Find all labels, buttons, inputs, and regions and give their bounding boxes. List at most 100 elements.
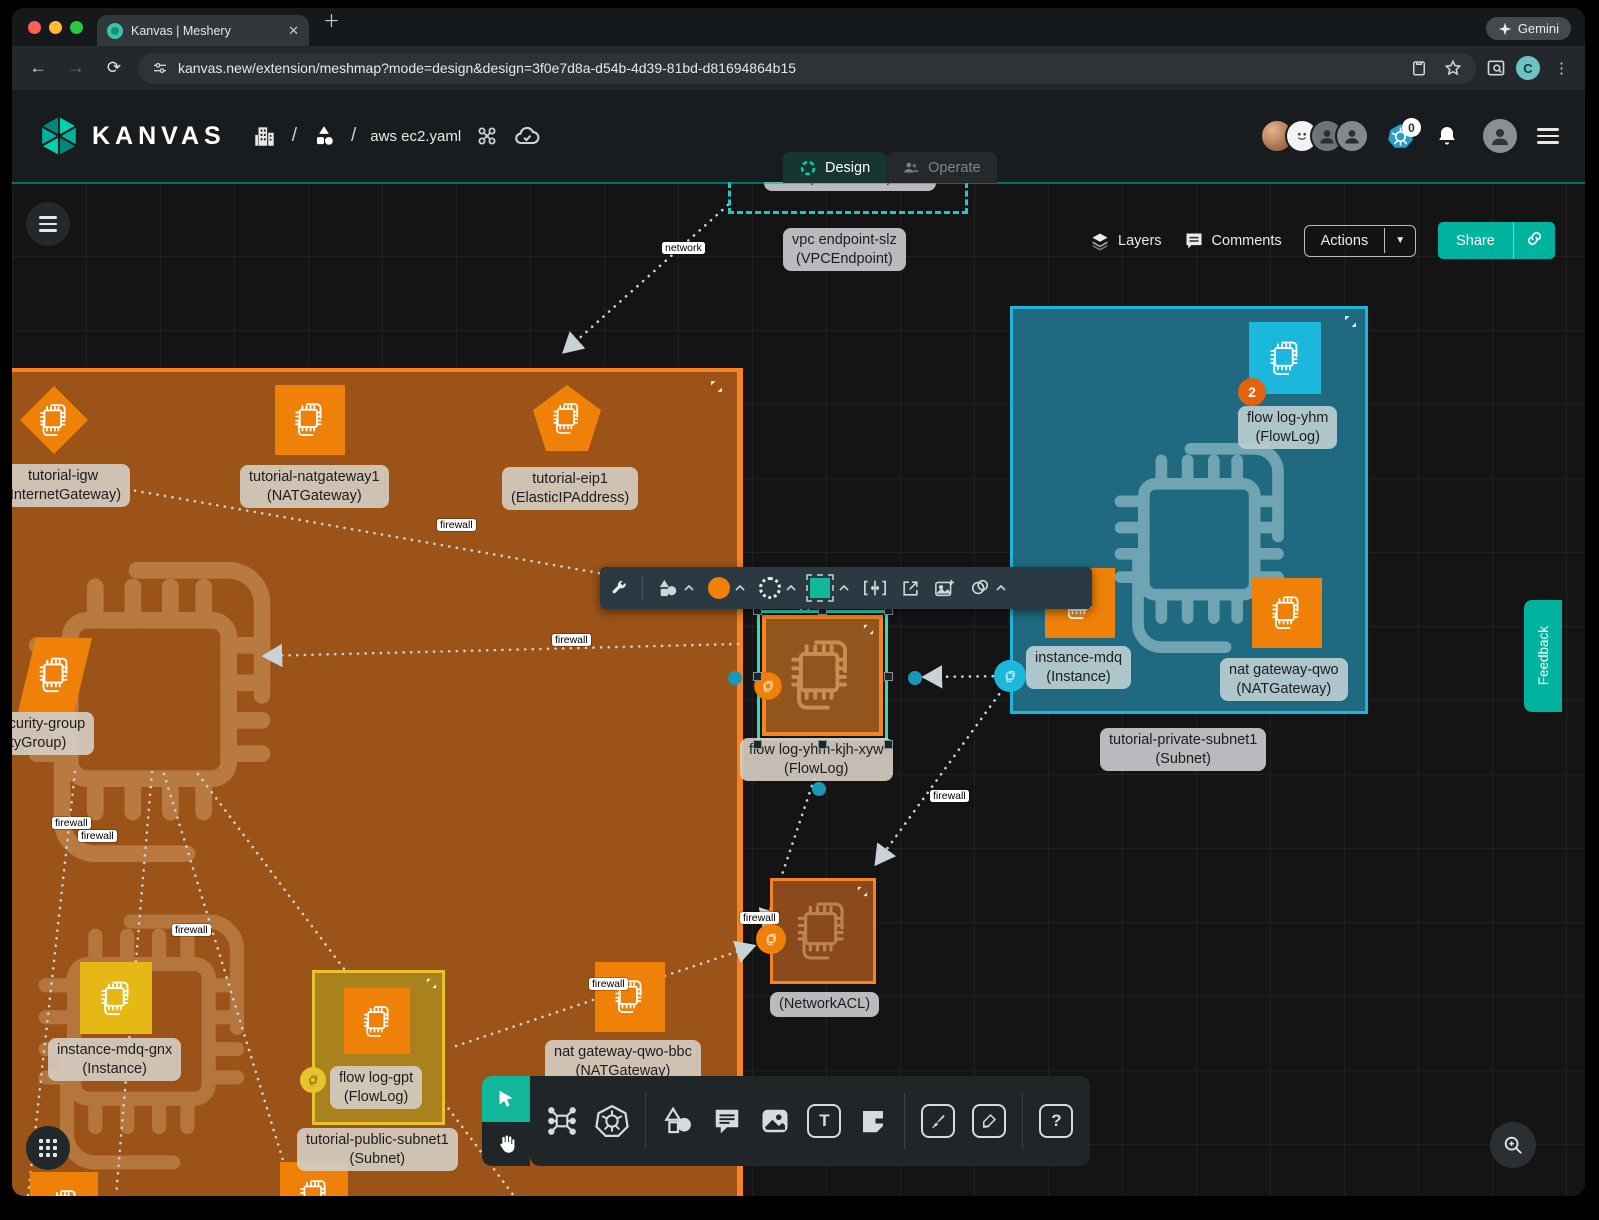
node-nat-gateway-qwo-bbc[interactable] [595, 962, 665, 1032]
design-canvas[interactable]: network firewall firewall firewall firew… [12, 182, 1585, 1196]
node-network-acl[interactable] [770, 878, 876, 984]
browser-menu-icon[interactable]: ⋮ [1554, 59, 1569, 77]
node-partial[interactable] [30, 1172, 98, 1196]
components-tool[interactable] [546, 1105, 578, 1137]
collapse-icon[interactable] [426, 978, 437, 989]
back-button[interactable]: ← [24, 58, 52, 78]
selection-handle[interactable] [884, 740, 893, 749]
tab-close-icon[interactable]: ✕ [288, 23, 299, 39]
side-panel-search-icon[interactable] [1486, 58, 1506, 78]
node-label-instance-mdq-gnx[interactable]: instance-mdq-gnx (Instance) [48, 1038, 181, 1081]
node-instance-mdq-gnx[interactable] [80, 962, 152, 1034]
gemini-button[interactable]: Gemini [1486, 17, 1571, 40]
share-button[interactable]: Share [1438, 222, 1555, 259]
node-flow-log-gpt[interactable] [344, 988, 410, 1054]
node-nat-gateway-qwo[interactable] [1252, 578, 1322, 648]
forward-button[interactable]: → [62, 58, 90, 78]
border-style-tool[interactable] [759, 577, 796, 599]
workspace-shapes-icon[interactable] [311, 123, 337, 149]
node-label-security-group[interactable]: tutorial-security-group (SecurityGroup) [12, 712, 94, 755]
node-count-badge[interactable]: 2 [1238, 378, 1266, 406]
kubernetes-tool[interactable] [595, 1104, 629, 1138]
add-image-icon[interactable] [934, 579, 955, 598]
node-flowlog-selected[interactable] [762, 615, 883, 736]
group-tool[interactable] [969, 578, 1006, 598]
shapes-tool[interactable] [657, 578, 694, 598]
pan-tool-button[interactable] [482, 1122, 530, 1166]
user-avatar[interactable] [1481, 117, 1519, 155]
actions-button[interactable]: Actions ▼ [1304, 225, 1416, 257]
edge-handle-dot[interactable] [812, 782, 826, 796]
fill-style-tool[interactable] [810, 578, 849, 598]
pencil-tool[interactable] [972, 1104, 1006, 1138]
new-tab-button[interactable]: ＋ [323, 8, 340, 32]
node-badge-icon[interactable] [300, 1067, 326, 1093]
note-tool[interactable] [858, 1106, 888, 1136]
tab-operate[interactable]: Operate [886, 152, 996, 183]
rename-tool[interactable] [863, 579, 887, 597]
node-label-flow-log-gpt[interactable]: flow log-gpt (FlowLog) [330, 1066, 422, 1109]
collaborator-avatar[interactable] [1335, 119, 1369, 153]
collapse-icon[interactable] [857, 886, 868, 897]
layers-button[interactable]: Layers [1090, 231, 1162, 251]
zoom-window-button[interactable] [70, 21, 83, 34]
canvas-menu-button[interactable] [26, 202, 70, 246]
node-label-natgateway1[interactable]: tutorial-natgateway1 (NATGateway) [240, 465, 389, 508]
open-in-new-icon[interactable] [901, 579, 920, 598]
help-tool[interactable]: ? [1039, 1104, 1073, 1138]
comment-tool[interactable] [711, 1106, 743, 1136]
close-window-button[interactable] [28, 21, 41, 34]
selection-handle[interactable] [753, 672, 762, 681]
shapes-tool[interactable] [662, 1106, 694, 1136]
subnet-edge-badge[interactable] [994, 660, 1026, 692]
selection-handle[interactable] [884, 672, 893, 681]
node-natgateway1[interactable] [275, 385, 345, 455]
comments-button[interactable]: Comments [1184, 231, 1282, 251]
notifications-bell-icon[interactable] [1435, 124, 1459, 148]
node-label-flow-log-yhm[interactable]: flow log-yhm (FlowLog) [1238, 406, 1337, 449]
organization-icon[interactable] [252, 123, 278, 149]
text-tool[interactable]: T [807, 1104, 841, 1138]
selection-handle[interactable] [818, 740, 827, 749]
node-label-instance-mdq[interactable]: instance-mdq (Instance) [1026, 646, 1131, 689]
node-label-eip1[interactable]: tutorial-eip1 (ElasticIPAddress) [502, 467, 638, 510]
node-label-routetable[interactable]: (RouteTable) [764, 182, 936, 191]
node-label-private-subnet[interactable]: tutorial-private-subnet1 (Subnet) [1100, 728, 1266, 771]
actions-dropdown-caret[interactable]: ▼ [1384, 228, 1415, 253]
node-label-network-acl[interactable]: (NetworkACL) [770, 992, 879, 1017]
reload-button[interactable]: ⟳ [100, 58, 128, 78]
browser-tab[interactable]: Kanvas | Meshery ✕ [97, 15, 309, 46]
feedback-tab[interactable]: Feedback [1524, 600, 1562, 712]
select-tool-button[interactable] [482, 1076, 530, 1122]
shortcuts-icon[interactable] [475, 124, 499, 148]
kanvas-brand[interactable]: KANVAS [38, 115, 226, 157]
component-chip-icon [43, 1185, 85, 1196]
node-label-public-subnet[interactable]: tutorial-public-subnet1 (Subnet) [297, 1128, 458, 1171]
edge-handle-dot[interactable] [908, 671, 922, 685]
node-label-igw[interactable]: tutorial-igw (InternetGateway) [12, 464, 130, 507]
design-file-name[interactable]: aws ec2.yaml [370, 128, 461, 145]
node-badge-icon[interactable] [756, 924, 786, 954]
configure-wrench-icon[interactable] [610, 579, 628, 597]
selection-handle[interactable] [753, 740, 762, 749]
image-tool[interactable] [759, 1106, 791, 1136]
color-tool[interactable] [708, 577, 745, 599]
node-label-nat-gateway-qwo[interactable]: nat gateway-qwo (NATGateway) [1220, 658, 1348, 701]
bookmark-star-icon[interactable] [1444, 59, 1462, 77]
environment-badge[interactable]: 0 [1387, 123, 1417, 149]
browser-profile-avatar[interactable]: C [1516, 56, 1540, 80]
url-bar[interactable]: kanvas.new/extension/meshmap?mode=design… [138, 53, 1476, 84]
app-menu-icon[interactable] [1537, 128, 1559, 144]
save-icon[interactable] [1410, 59, 1428, 77]
collapse-icon[interactable] [863, 624, 874, 635]
widgets-grid-button[interactable] [26, 1126, 70, 1170]
node-label-vpc-endpoint[interactable]: vpc endpoint-slz (VPCEndpoint) [783, 228, 906, 271]
share-link-icon[interactable] [1513, 222, 1555, 259]
minimize-window-button[interactable] [49, 21, 62, 34]
edge-handle-dot[interactable] [728, 671, 742, 685]
pen-tool[interactable] [921, 1104, 955, 1138]
node-label-flowlog-selected[interactable]: flow log-yhm-kjh-xyw (FlowLog) [740, 738, 893, 781]
tab-design[interactable]: Design [783, 152, 886, 183]
zoom-search-button[interactable] [1490, 1122, 1536, 1168]
site-settings-icon[interactable] [152, 60, 168, 76]
